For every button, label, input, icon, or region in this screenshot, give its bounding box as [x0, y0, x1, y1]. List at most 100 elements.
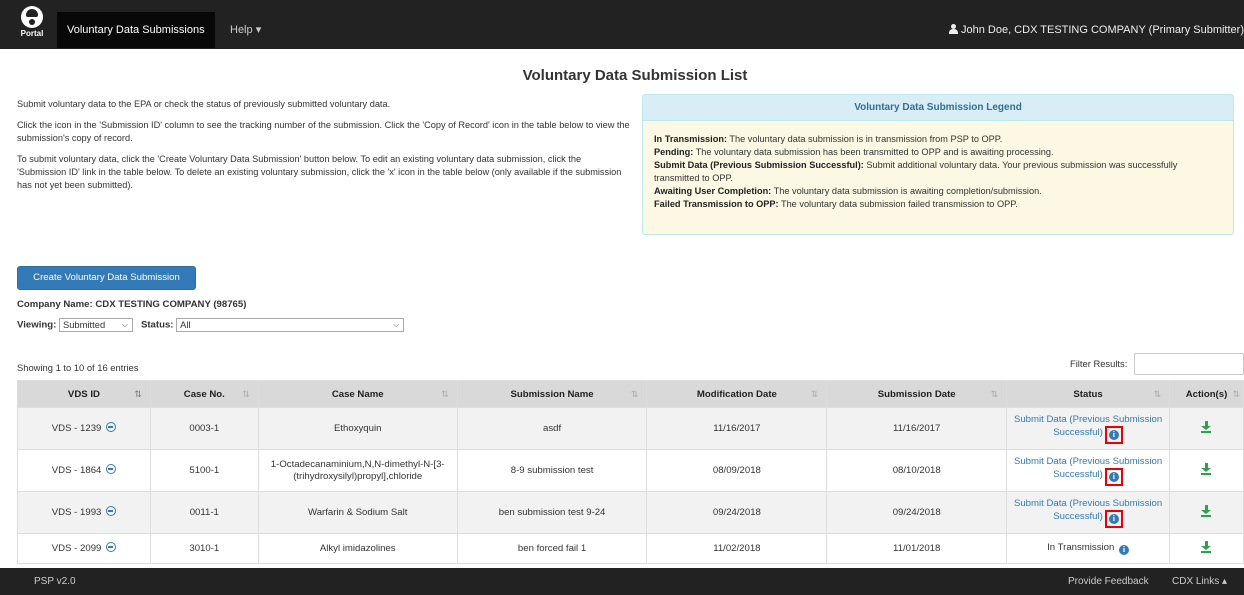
version-label: PSP v2.0 [34, 576, 76, 587]
legend-item: Awaiting User Completion: The voluntary … [654, 185, 1222, 198]
column-header-modification-date[interactable]: Modification Date ⇅ [646, 380, 828, 408]
sort-icon: ⇅ [810, 389, 819, 399]
tracking-number-icon[interactable] [106, 464, 117, 474]
company-name: Company Name: CDX TESTING COMPANY (98765… [17, 299, 247, 310]
cell-vds-id: VDS - 1864 [17, 449, 151, 492]
legend-item: Submit Data (Previous Submission Success… [654, 159, 1222, 185]
cell-submission-date: 11/01/2018 [826, 533, 1008, 564]
vds-id-link[interactable]: VDS - 1993 [52, 507, 102, 518]
vds-id-link[interactable]: VDS - 1239 [52, 423, 102, 434]
cell-case-no: 0011-1 [149, 491, 259, 534]
nav-user-menu[interactable]: John Doe, CDX TESTING COMPANY (Primary S… [948, 12, 1244, 48]
tracking-number-icon[interactable] [106, 422, 117, 432]
cell-submission-date: 09/24/2018 [826, 491, 1008, 534]
column-header-submission-date[interactable]: Submission Date ⇅ [826, 380, 1008, 408]
nav-user-label: John Doe, CDX TESTING COMPANY (Primary S… [960, 24, 1244, 36]
legend-desc: The voluntary data submission is in tran… [727, 134, 1003, 144]
cell-case-name: 1-Octadecanaminium,N,N-dimethyl-N-[3-(tr… [257, 449, 458, 492]
cell-vds-id: VDS - 2099 [17, 533, 151, 564]
legend-item: In Transmission: The voluntary data subm… [654, 133, 1222, 146]
cell-modification-date: 08/09/2018 [646, 449, 828, 492]
cell-actions [1168, 533, 1244, 564]
sort-icon: ⇅ [242, 389, 250, 399]
cell-modification-date: 11/02/2018 [646, 533, 828, 564]
sort-asc-icon: ⇅ [134, 389, 142, 399]
sort-icon: ⇅ [1232, 389, 1240, 399]
column-header-case-no[interactable]: Case No. ⇅ [149, 380, 259, 408]
status-select[interactable]: All ⌵ [176, 318, 405, 332]
download-icon[interactable] [1201, 420, 1212, 433]
viewing-select-value: Submitted [62, 319, 106, 330]
tracking-number-icon[interactable] [106, 542, 117, 552]
tracking-number-icon[interactable] [106, 506, 117, 516]
legend-panel: Voluntary Data Submission Legend In Tran… [642, 94, 1234, 235]
cdx-links-menu[interactable]: CDX Links ▴ [1172, 568, 1227, 595]
legend-item: Pending: The voluntary data submission h… [654, 146, 1222, 159]
status-link[interactable]: Submit Data (Previous Submission Success… [1014, 414, 1162, 438]
header-label: Status [1073, 388, 1103, 400]
table-row: VDS - 1864 5100-1 1-Octadecanaminium,N,N… [17, 449, 1244, 492]
header-label: VDS ID [67, 388, 100, 400]
sort-icon: ⇅ [441, 389, 449, 399]
legend-title: Voluntary Data Submission Legend [643, 95, 1233, 121]
cdx-links-label: CDX Links [1172, 576, 1220, 587]
info-highlight: i [1104, 509, 1123, 528]
legend-term: Pending: [654, 147, 694, 157]
cell-status: Submit Data (Previous Submission Success… [1006, 449, 1170, 492]
download-icon[interactable] [1201, 462, 1212, 475]
header-label: Modification Date [696, 388, 777, 400]
info-icon[interactable]: i [1108, 513, 1119, 524]
download-icon[interactable] [1201, 540, 1212, 553]
info-icon[interactable]: i [1108, 471, 1119, 482]
column-header-actions[interactable]: Action(s) ⇅ [1168, 380, 1244, 408]
legend-desc: The voluntary data submission failed tra… [778, 199, 1018, 209]
filters-row: Viewing: Submitted ⌵ Status: All ⌵ [17, 318, 405, 332]
column-header-vds-id[interactable]: VDS ID ⇅ [17, 380, 151, 408]
info-icon[interactable]: i [1118, 544, 1129, 555]
nav-voluntary-data-submissions[interactable]: Voluntary Data Submissions [57, 12, 215, 48]
cell-case-name: Warfarin & Sodium Salt [257, 491, 458, 534]
cell-actions [1168, 449, 1244, 492]
viewing-select[interactable]: Submitted ⌵ [58, 318, 133, 332]
info-icon[interactable]: i [1108, 429, 1119, 440]
vds-id-link[interactable]: VDS - 2099 [52, 543, 102, 554]
sort-icon: ⇅ [1153, 389, 1161, 399]
intro-paragraph-2: Click the icon in the 'Submission ID' co… [17, 120, 630, 143]
cell-case-name: Ethoxyquin [257, 407, 458, 450]
entries-count: Showing 1 to 10 of 16 entries [17, 362, 139, 373]
column-header-status[interactable]: Status ⇅ [1006, 380, 1170, 408]
cell-submission-date: 08/10/2018 [826, 449, 1008, 492]
portal-logo-icon [21, 6, 43, 28]
filter-results-input[interactable] [1134, 353, 1244, 375]
column-header-case-name[interactable]: Case Name ⇅ [257, 380, 458, 408]
provide-feedback-link[interactable]: Provide Feedback [1068, 568, 1149, 595]
vds-id-link[interactable]: VDS - 1864 [52, 465, 102, 476]
cell-submission-name: ben forced fail 1 [456, 533, 648, 564]
table-row: VDS - 1239 0003-1 Ethoxyquin asdf 11/16/… [17, 407, 1244, 450]
legend-term: In Transmission: [654, 134, 728, 144]
legend-term: Submit Data (Previous Submission Success… [654, 160, 864, 170]
status-select-value: All [180, 319, 191, 330]
column-header-submission-name[interactable]: Submission Name ⇅ [456, 380, 648, 408]
create-submission-button[interactable]: Create Voluntary Data Submission [17, 266, 196, 290]
nav-help-menu[interactable]: Help ▾ [230, 12, 261, 48]
info-highlight: i [1104, 425, 1123, 444]
cell-case-no: 3010-1 [149, 533, 259, 564]
download-icon[interactable] [1201, 504, 1212, 517]
cell-vds-id: VDS - 1239 [17, 407, 151, 450]
legend-body: In Transmission: The voluntary data subm… [643, 121, 1233, 211]
portal-logo-text: Portal [20, 29, 44, 38]
info-highlight: i [1104, 467, 1123, 486]
header-label: Submission Date [877, 388, 956, 400]
header-label: Case Name [331, 388, 384, 400]
cell-case-no: 5100-1 [149, 449, 259, 492]
caret-up-icon: ▴ [1222, 576, 1228, 587]
portal-logo[interactable]: Portal [16, 4, 48, 44]
cell-submission-date: 11/16/2017 [826, 407, 1008, 450]
status-link[interactable]: Submit Data (Previous Submission Success… [1014, 456, 1162, 480]
status-link[interactable]: Submit Data (Previous Submission Success… [1014, 498, 1162, 522]
user-icon [948, 24, 958, 34]
caret-down-icon: ▾ [255, 24, 262, 36]
status-label: Status: [140, 319, 174, 331]
legend-desc: The voluntary data submission has been t… [693, 147, 1054, 157]
